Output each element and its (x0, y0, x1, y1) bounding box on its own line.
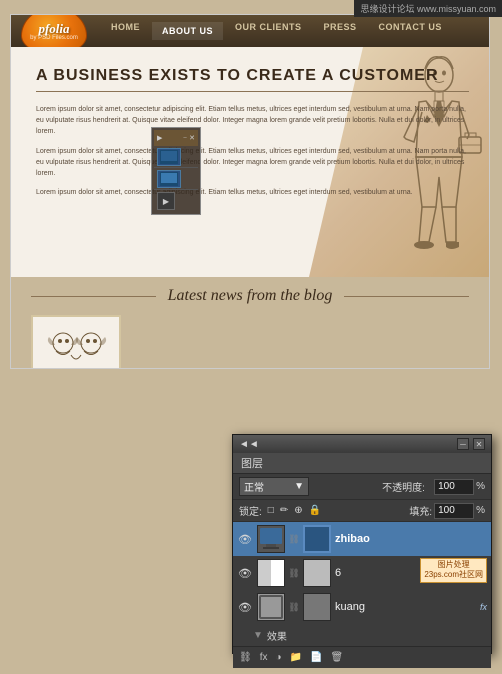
ps-lock-fill-row: 锁定: □ ✏ ⊕ 🔒 填充: % (233, 500, 491, 522)
layer-row-zhibao[interactable]: 👁 ⛓ zhibao (233, 522, 491, 556)
watermark-overlay: 图片处理23ps.com社区网 (420, 558, 487, 583)
ps-dropdown-arrow: ▼ (294, 481, 304, 492)
nav-about[interactable]: ABOUT US (152, 22, 223, 40)
ps-opacity-group: 不透明度: % (313, 479, 485, 495)
blog-section: Latest news from the blog (11, 277, 489, 369)
layer-row-kuang[interactable]: 👁 ⛓ kuang fx (233, 590, 491, 624)
layer-chain-6: ⛓ (289, 559, 299, 587)
site-container: pfolia by PSD Files.com HOME ABOUT US OU… (10, 14, 490, 369)
watermark: 思缘设计论坛 www.missyuan.com (354, 0, 502, 17)
blog-divider: Latest news from the blog (31, 287, 469, 305)
video-title-buttons[interactable]: − ✕ (183, 134, 195, 142)
video-title-text: ▶ (157, 134, 162, 142)
video-item-3[interactable]: ▶ (154, 190, 198, 212)
video-controls-panel[interactable]: ▶ − ✕ (151, 127, 201, 215)
play-button[interactable]: ▶ (157, 192, 175, 210)
ps-lock-padlock-icon[interactable]: 🔒 (309, 505, 321, 516)
ps-lock-pencil-icon[interactable]: ✏ (280, 505, 288, 516)
nav-contact[interactable]: CONTACT US (369, 22, 452, 40)
nav-bar: pfolia by PSD Files.com HOME ABOUT US OU… (11, 15, 489, 47)
ps-effects-row: ▼ 效果 (233, 624, 491, 646)
video-panel-title-bar: ▶ − ✕ (154, 130, 198, 146)
layer-name-zhibao: zhibao (335, 533, 487, 545)
blog-card-1[interactable] (31, 315, 121, 369)
ps-fill-percent: % (476, 505, 485, 516)
ps-fx-button[interactable]: fx (258, 651, 270, 664)
layer-chain-zhibao: ⛓ (289, 525, 299, 553)
ps-blend-opacity-row: 正常 ▼ 不透明度: % (233, 474, 491, 500)
ps-blend-mode-value: 正常 (244, 479, 264, 494)
hero-para-2: Lorem ipsum dolor sit amet, consectetur … (36, 146, 469, 180)
video-item-1[interactable] (154, 146, 198, 168)
layer-mask-zhibao (303, 525, 331, 553)
ps-opacity-label: 不透明度: (382, 479, 432, 494)
ps-title-controls[interactable]: ─ ✕ (457, 438, 485, 450)
ps-opacity-percent: % (476, 481, 485, 492)
nav-clients[interactable]: OUR CLIENTS (225, 22, 312, 40)
layer-mask-6 (303, 559, 331, 587)
ps-minimize-btn[interactable]: ─ (457, 438, 469, 450)
ps-panel-name: 图层 (233, 453, 491, 474)
blog-cards-row (31, 315, 469, 369)
ps-delete-layer-icon[interactable]: 🗑 (328, 651, 345, 664)
ps-folder-icon[interactable]: 📁 (288, 651, 304, 664)
video-minimize-btn[interactable]: − (183, 134, 187, 142)
hero-content: A BUSINESS EXISTS TO CREATE A CUSTOMER L… (11, 47, 489, 277)
layer-mask-kuang (303, 593, 331, 621)
ps-bottom-left-icons: ⛓ fx ◑ 📁 📄 🗑 (237, 651, 345, 664)
nav-links: HOME ABOUT US OUR CLIENTS PRESS CONTACT … (101, 22, 452, 40)
ps-lock-plus-icon[interactable]: ⊕ (294, 505, 302, 516)
video-thumb-1 (157, 148, 181, 166)
nav-home[interactable]: HOME (101, 22, 150, 40)
ps-effects-label: 效果 (267, 628, 287, 643)
layer-fx-kuang: fx (480, 602, 487, 612)
ps-lock-box-icon[interactable]: □ (268, 505, 274, 516)
divider-left (31, 296, 156, 297)
video-close-btn[interactable]: ✕ (189, 134, 195, 142)
blog-title: Latest news from the blog (156, 287, 345, 305)
ps-lock-label: 锁定: (239, 503, 262, 518)
ps-blend-mode-dropdown[interactable]: 正常 ▼ (239, 477, 309, 496)
video-item-2[interactable] (154, 168, 198, 190)
layer-chain-kuang: ⛓ (289, 593, 299, 621)
video-thumb-2 (157, 170, 181, 188)
ps-opacity-input[interactable] (434, 479, 474, 495)
effects-expand-icon[interactable]: ▼ (253, 630, 263, 641)
ps-fill-group: 填充: % (327, 503, 485, 519)
hero-para-1: Lorem ipsum dolor sit amet, consectetur … (36, 104, 469, 138)
ps-adjustment-icon[interactable]: ◑ (273, 651, 283, 664)
logo-main-text: pfolia (38, 22, 69, 35)
hero-text: Lorem ipsum dolor sit amet, consectetur … (36, 104, 469, 198)
hero-title: A BUSINESS EXISTS TO CREATE A CUSTOMER (36, 67, 469, 92)
layer-name-kuang: kuang (335, 601, 476, 613)
layer-visibility-zhibao[interactable]: 👁 (237, 531, 253, 547)
ps-link-icon[interactable]: ⛓ (237, 651, 254, 664)
hero-area: A BUSINESS EXISTS TO CREATE A CUSTOMER L… (11, 47, 489, 277)
layer-visibility-6[interactable]: 👁 (237, 565, 253, 581)
ps-arrows: ◄◄ (239, 439, 259, 450)
layer-thumb-6 (257, 559, 285, 587)
photoshop-layers-panel: ◄◄ ─ ✕ 图层 正常 ▼ 不透明度: % 锁定: □ ✏ ⊕ 🔒 填充: % (232, 434, 492, 654)
ps-new-layer-icon[interactable]: 📄 (308, 651, 324, 664)
divider-right (344, 296, 469, 297)
ps-bottom-bar: ⛓ fx ◑ 📁 📄 🗑 (233, 646, 491, 668)
hero-para-3: Lorem ipsum dolor sit amet, consectetur … (36, 187, 469, 198)
ps-fill-label: 填充: (409, 503, 432, 518)
ps-titlebar: ◄◄ ─ ✕ (233, 435, 491, 453)
nav-press[interactable]: PRESS (314, 22, 367, 40)
layer-thumb-kuang (257, 593, 285, 621)
cherub-illustration (41, 323, 111, 370)
layer-visibility-kuang[interactable]: 👁 (237, 599, 253, 615)
logo-sub-text: by PSD Files.com (30, 35, 78, 41)
layer-row-6[interactable]: 👁 ⛓ 6 图片处理23ps.com社区网 (233, 556, 491, 590)
ps-fill-input[interactable] (434, 503, 474, 519)
layer-thumb-zhibao (257, 525, 285, 553)
ps-close-btn[interactable]: ✕ (473, 438, 485, 450)
